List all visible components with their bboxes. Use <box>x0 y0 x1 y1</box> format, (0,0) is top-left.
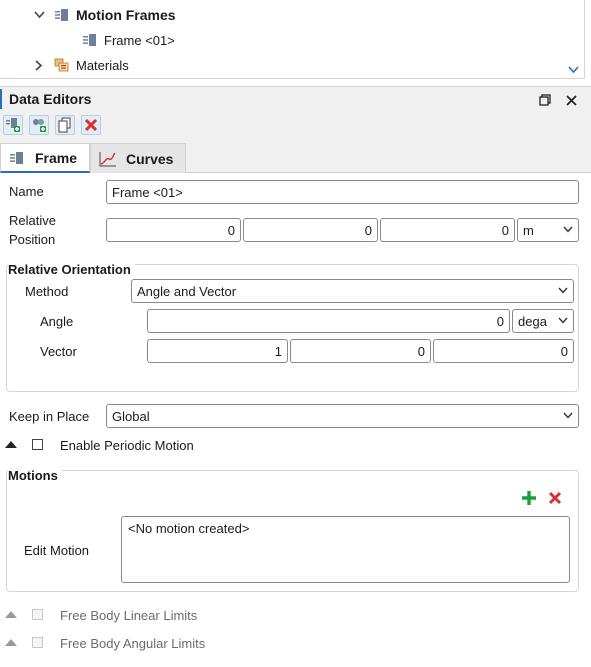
relative-position-y-input[interactable]: 0 <box>243 218 378 242</box>
tree-label-frame: Frame <01> <box>104 32 175 48</box>
edit-motion-label: Edit Motion <box>24 543 90 558</box>
angle-unit-select[interactable]: dega <box>512 309 574 333</box>
frames-icon <box>54 8 70 22</box>
expand-linear-limits-icon[interactable] <box>5 611 17 618</box>
tab-frame[interactable]: Frame <box>0 143 90 173</box>
tree-view[interactable]: Motion Frames Frame <01> Materials <box>0 0 585 79</box>
frame-icon <box>82 33 98 47</box>
tab-curves[interactable]: Curves <box>90 143 186 173</box>
copy-button[interactable] <box>55 115 75 135</box>
angle-input[interactable]: 0 <box>147 309 510 333</box>
angular-limits-checkbox[interactable] <box>32 637 43 648</box>
add-frame-button[interactable] <box>3 115 23 135</box>
keep-in-place-select[interactable]: Global <box>106 404 579 428</box>
chevron-down-icon <box>558 316 568 327</box>
tree-label-motion-frames: Motion Frames <box>76 7 176 23</box>
data-editors-header: Data Editors <box>0 86 591 112</box>
tree-node-frame[interactable]: Frame <01> <box>74 30 175 50</box>
method-label: Method <box>25 284 69 299</box>
add-group-icon <box>33 119 46 132</box>
panel-title: Data Editors <box>9 91 92 107</box>
motion-list-placeholder: <No motion created> <box>128 521 250 536</box>
angle-unit-value: dega <box>518 313 547 329</box>
method-value: Angle and Vector <box>137 283 237 299</box>
editor-tabs: Frame Curves <box>0 140 591 173</box>
delete-icon <box>548 491 562 505</box>
keep-in-place-value: Global <box>112 408 150 424</box>
tree-node-motion-frames[interactable]: Motion Frames <box>32 5 176 25</box>
close-icon <box>565 94 577 106</box>
copy-icon <box>58 117 71 133</box>
vector-x-input[interactable]: 1 <box>147 339 288 363</box>
chevron-down-icon <box>563 225 573 236</box>
vector-z-input[interactable]: 0 <box>433 339 574 363</box>
frame-tab-icon <box>10 151 23 164</box>
relative-position-x-input[interactable]: 0 <box>106 218 241 242</box>
delete-button[interactable] <box>81 115 101 135</box>
chevron-down-icon <box>558 286 568 297</box>
materials-icon <box>54 58 70 72</box>
method-select[interactable]: Angle and Vector <box>131 279 574 303</box>
tree-label-materials: Materials <box>76 57 129 73</box>
angle-label: Angle <box>40 314 74 329</box>
chevron-down-icon[interactable] <box>32 8 46 22</box>
relative-position-label-line2: Position <box>9 232 56 247</box>
tree-node-materials[interactable]: Materials <box>32 55 129 75</box>
motions-title: Motions <box>8 468 62 483</box>
add-group-button[interactable] <box>29 115 49 135</box>
position-unit-value: m <box>523 222 534 238</box>
vector-y-input[interactable]: 0 <box>290 339 431 363</box>
float-window-button[interactable] <box>536 91 554 109</box>
tab-frame-label: Frame <box>35 149 78 166</box>
panel-focus-indicator <box>0 89 2 109</box>
editor-toolbar <box>0 112 591 140</box>
keep-in-place-label: Keep in Place <box>9 409 90 424</box>
linear-limits-label: Free Body Linear Limits <box>60 608 198 623</box>
delete-icon <box>84 118 98 132</box>
relative-position-z-input[interactable]: 0 <box>380 218 515 242</box>
relative-orientation-title: Relative Orientation <box>8 262 135 277</box>
expand-angular-limits-icon[interactable] <box>5 639 17 646</box>
name-input[interactable]: Frame <01> <box>106 180 579 204</box>
close-panel-button[interactable] <box>562 91 580 109</box>
chevron-right-icon[interactable] <box>32 58 46 72</box>
angular-limits-label: Free Body Angular Limits <box>60 636 206 651</box>
expand-periodic-icon[interactable] <box>5 441 17 448</box>
chevron-down-icon <box>563 411 573 422</box>
delete-motion-button[interactable] <box>546 489 564 507</box>
enable-periodic-motion-checkbox[interactable] <box>32 439 43 450</box>
plus-icon <box>522 491 536 505</box>
enable-periodic-motion-label: Enable Periodic Motion <box>60 438 194 453</box>
tab-curves-label: Curves <box>126 150 174 167</box>
curves-icon <box>99 151 116 166</box>
name-label: Name <box>9 184 44 199</box>
restore-icon <box>539 94 551 106</box>
linear-limits-checkbox[interactable] <box>32 609 43 620</box>
add-frame-icon <box>6 118 20 132</box>
position-unit-select[interactable]: m <box>517 218 579 242</box>
add-motion-button[interactable] <box>520 489 538 507</box>
vector-label: Vector <box>40 344 77 359</box>
relative-position-label-line1: Relative <box>9 213 56 228</box>
motion-list[interactable]: <No motion created> <box>121 516 570 583</box>
scroll-down-icon[interactable] <box>568 62 579 77</box>
